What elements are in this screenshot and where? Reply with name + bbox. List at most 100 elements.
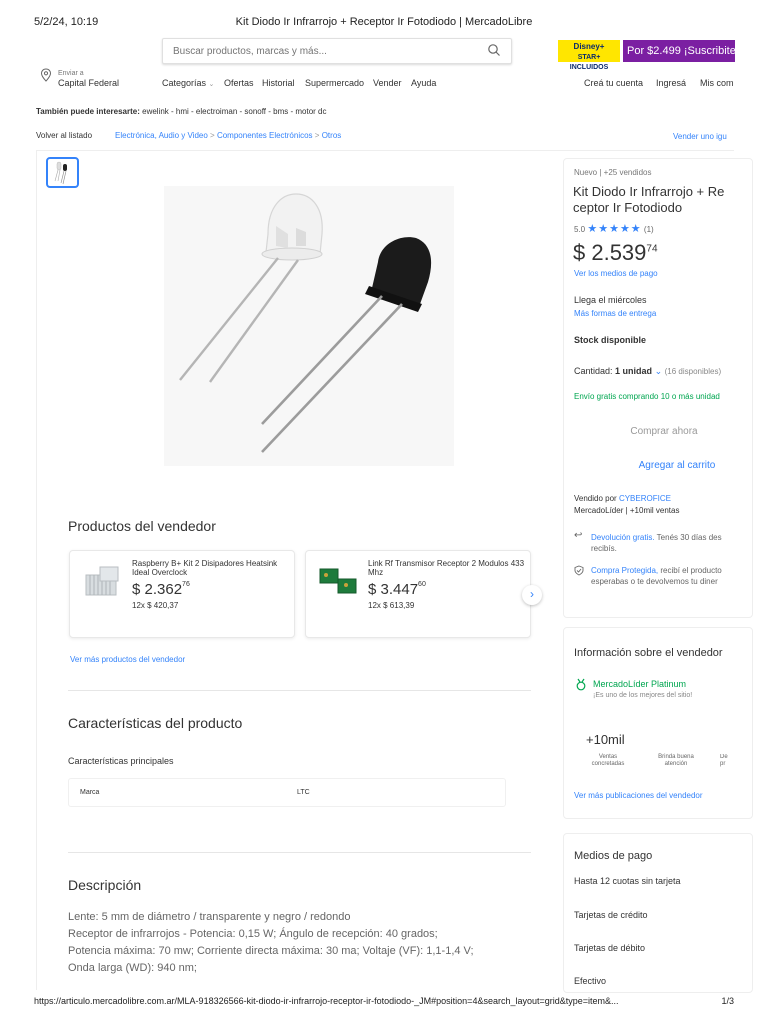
payment-methods-link[interactable]: Ver los medios de pago — [574, 269, 658, 278]
back-to-list-link[interactable]: Volver al listado — [36, 131, 92, 140]
product-card-1[interactable]: Raspberry B+ Kit 2 Disipadores Heatsink … — [69, 550, 295, 638]
chevron-right-icon: > — [314, 131, 322, 140]
description-line: Potencia máxima: 70 mw; Corriente direct… — [68, 945, 474, 957]
nav-login[interactable]: Ingresá — [656, 78, 686, 88]
product-image[interactable] — [164, 186, 454, 466]
seller-stats: MercadoLíder | +10mil ventas — [574, 506, 680, 515]
protected-link[interactable]: Compra Protegida, — [591, 566, 658, 575]
description-title: Descripción — [68, 877, 142, 893]
protected-purchase: Compra Protegida, recibí el producto espe… — [591, 566, 722, 586]
seller-products-title: Productos del vendedor — [68, 518, 216, 534]
delivery-label: De pr — [720, 754, 728, 767]
breadcrumb-item[interactable]: Componentes Electrónicos — [217, 131, 313, 140]
search-input[interactable] — [163, 39, 463, 63]
disney-label: STAR+ INCLUIDOS — [569, 54, 609, 71]
quantity-selector[interactable]: Cantidad: 1 unidad ⌄ (16 disponibles) — [574, 366, 721, 377]
seller-info-title: Información sobre el vendedor — [574, 647, 723, 659]
return-policy: Devolución gratis. Tenés 30 días des reci… — [591, 533, 722, 553]
breadcrumb: Electrónica, Audio y Video > Componentes… — [115, 131, 341, 140]
sell-one-link[interactable]: Vender uno igu — [673, 132, 727, 141]
product-card-2[interactable]: Link Rf Transmisor Receptor 2 Modulos 43… — [305, 550, 531, 638]
sales-count: +10mil — [586, 732, 625, 747]
attention-label: Brinda buena atención — [658, 754, 694, 767]
product-condition: Nuevo | +25 vendidos — [574, 168, 652, 177]
heatsink-image — [85, 566, 119, 596]
seller-line: Vendido por CYBEROFICE — [574, 494, 671, 503]
seller-publications-link[interactable]: Ver más publicaciones del vendedor — [574, 791, 703, 800]
section-divider — [68, 852, 531, 853]
buy-now-button[interactable]: Comprar ahora — [574, 420, 754, 444]
nav-create-account[interactable]: Creá tu cuenta — [584, 78, 643, 88]
print-header: 5/2/24, 10:19 Kit Diodo Ir Infrarrojo + … — [34, 16, 734, 30]
search-icon[interactable] — [487, 43, 501, 57]
location-value: Capital Federal — [58, 78, 120, 88]
free-shipping-note: Envío gratis comprando 10 o más unidad — [574, 392, 720, 401]
sales-label: Ventas concretadas — [591, 754, 625, 767]
nav-offers[interactable]: Ofertas — [224, 78, 254, 88]
description-line: Onda larga (WD): 940 nm; — [68, 962, 197, 974]
promo-banner[interactable]: Por $2.499 ¡Suscribite — [623, 40, 735, 62]
char-value: LTC — [297, 789, 310, 796]
price: $ 2.53974 — [573, 240, 658, 265]
star-icon: ★★★★★ — [587, 223, 642, 235]
product-card-title: Link Rf Transmisor Receptor 2 Modulos 43… — [368, 559, 525, 577]
product-card-installments: 12x $ 420,37 — [132, 601, 179, 610]
description-text: Lente: 5 mm de diámetro / transparente y… — [68, 909, 538, 977]
char-key: Marca — [80, 789, 100, 796]
nav-supermarket[interactable]: Supermercado — [305, 78, 364, 88]
add-to-cart-button[interactable]: Agregar al carrito — [574, 454, 768, 478]
nav-help[interactable]: Ayuda — [411, 78, 436, 88]
carousel-next-icon[interactable]: › — [522, 585, 542, 605]
description-line: Receptor de infrarrojos - Potencia: 0,15… — [68, 928, 438, 940]
related-items[interactable]: ewelink - hmi - electroiman - sonoff - b… — [142, 107, 326, 116]
nav-sell[interactable]: Vender — [373, 78, 402, 88]
payment-title: Medios de pago — [574, 850, 653, 862]
thumbnail-leds — [54, 161, 67, 185]
delivery-info: Llega el miércoles — [574, 295, 647, 305]
nav-my-purchases[interactable]: Mis com — [700, 78, 734, 88]
location-pin-icon — [40, 68, 52, 82]
stock-status: Stock disponible — [574, 335, 647, 345]
payment-item: Tarjetas de débito — [574, 943, 646, 953]
rating[interactable]: 5.0 ★★★★★ (1) — [574, 222, 654, 235]
characteristics-table: Marca LTC — [68, 778, 506, 807]
shield-icon — [574, 565, 584, 576]
disney-banner[interactable]: Disney+ STAR+ INCLUIDOS — [558, 40, 620, 71]
seller-link[interactable]: CYBEROFICE — [619, 494, 671, 503]
product-card-price: $ 3.44760 — [368, 581, 426, 598]
medal-icon — [576, 678, 586, 691]
thumbnail-image[interactable] — [46, 157, 79, 188]
product-card-price: $ 2.36276 — [132, 581, 190, 598]
product-card-title: Raspberry B+ Kit 2 Disipadores Heatsink … — [132, 559, 278, 577]
disney-logo: Disney+ — [573, 42, 605, 51]
chevron-down-icon: ⌄ — [208, 81, 215, 88]
print-page-number: 1/3 — [721, 996, 734, 1006]
review-count: (1) — [643, 225, 654, 234]
payment-item: Tarjetas de crédito — [574, 910, 648, 920]
characteristics-title: Características del producto — [68, 715, 243, 731]
rf-module-image — [319, 568, 357, 594]
seller-level: MercadoLíder Platinum — [593, 679, 687, 689]
payment-item: Hasta 12 cuotas sin tarjeta — [574, 876, 681, 886]
breadcrumb-item[interactable]: Otros — [322, 131, 342, 140]
related-label: También puede interesarte: — [36, 107, 140, 116]
search-bar[interactable] — [162, 38, 512, 64]
nav-history[interactable]: Historial — [262, 78, 295, 88]
nav-categories[interactable]: Categorías ⌄ — [162, 78, 214, 88]
print-title: Kit Diodo Ir Infrarrojo + Receptor Ir Fo… — [235, 16, 533, 28]
return-link[interactable]: Devolución gratis. — [591, 533, 655, 542]
more-seller-products-link[interactable]: Ver más productos del vendedor — [70, 655, 185, 664]
print-footer-url: https://articulo.mercadolibre.com.ar/MLA… — [34, 996, 619, 1006]
characteristics-subtitle: Características principales — [68, 756, 174, 766]
product-title: Kit Diodo Ir Infrarrojo + Re ceptor Ir Fo… — [573, 184, 725, 215]
breadcrumb-item[interactable]: Electrónica, Audio y Video — [115, 131, 208, 140]
related-searches: También puede interesarte: ewelink - hmi… — [36, 107, 326, 116]
delivery-options-link[interactable]: Más formas de entrega — [574, 309, 656, 318]
return-icon: ↩ — [574, 530, 583, 541]
rating-value: 5.0 — [574, 225, 586, 234]
description-line: Lente: 5 mm de diámetro / transparente y… — [68, 911, 351, 923]
section-divider — [68, 690, 531, 691]
seller-level-sub: ¡Es uno de los mejores del sitio! — [593, 692, 693, 699]
payment-item: Efectivo — [574, 976, 607, 986]
chevron-down-icon: ⌄ — [654, 366, 663, 376]
